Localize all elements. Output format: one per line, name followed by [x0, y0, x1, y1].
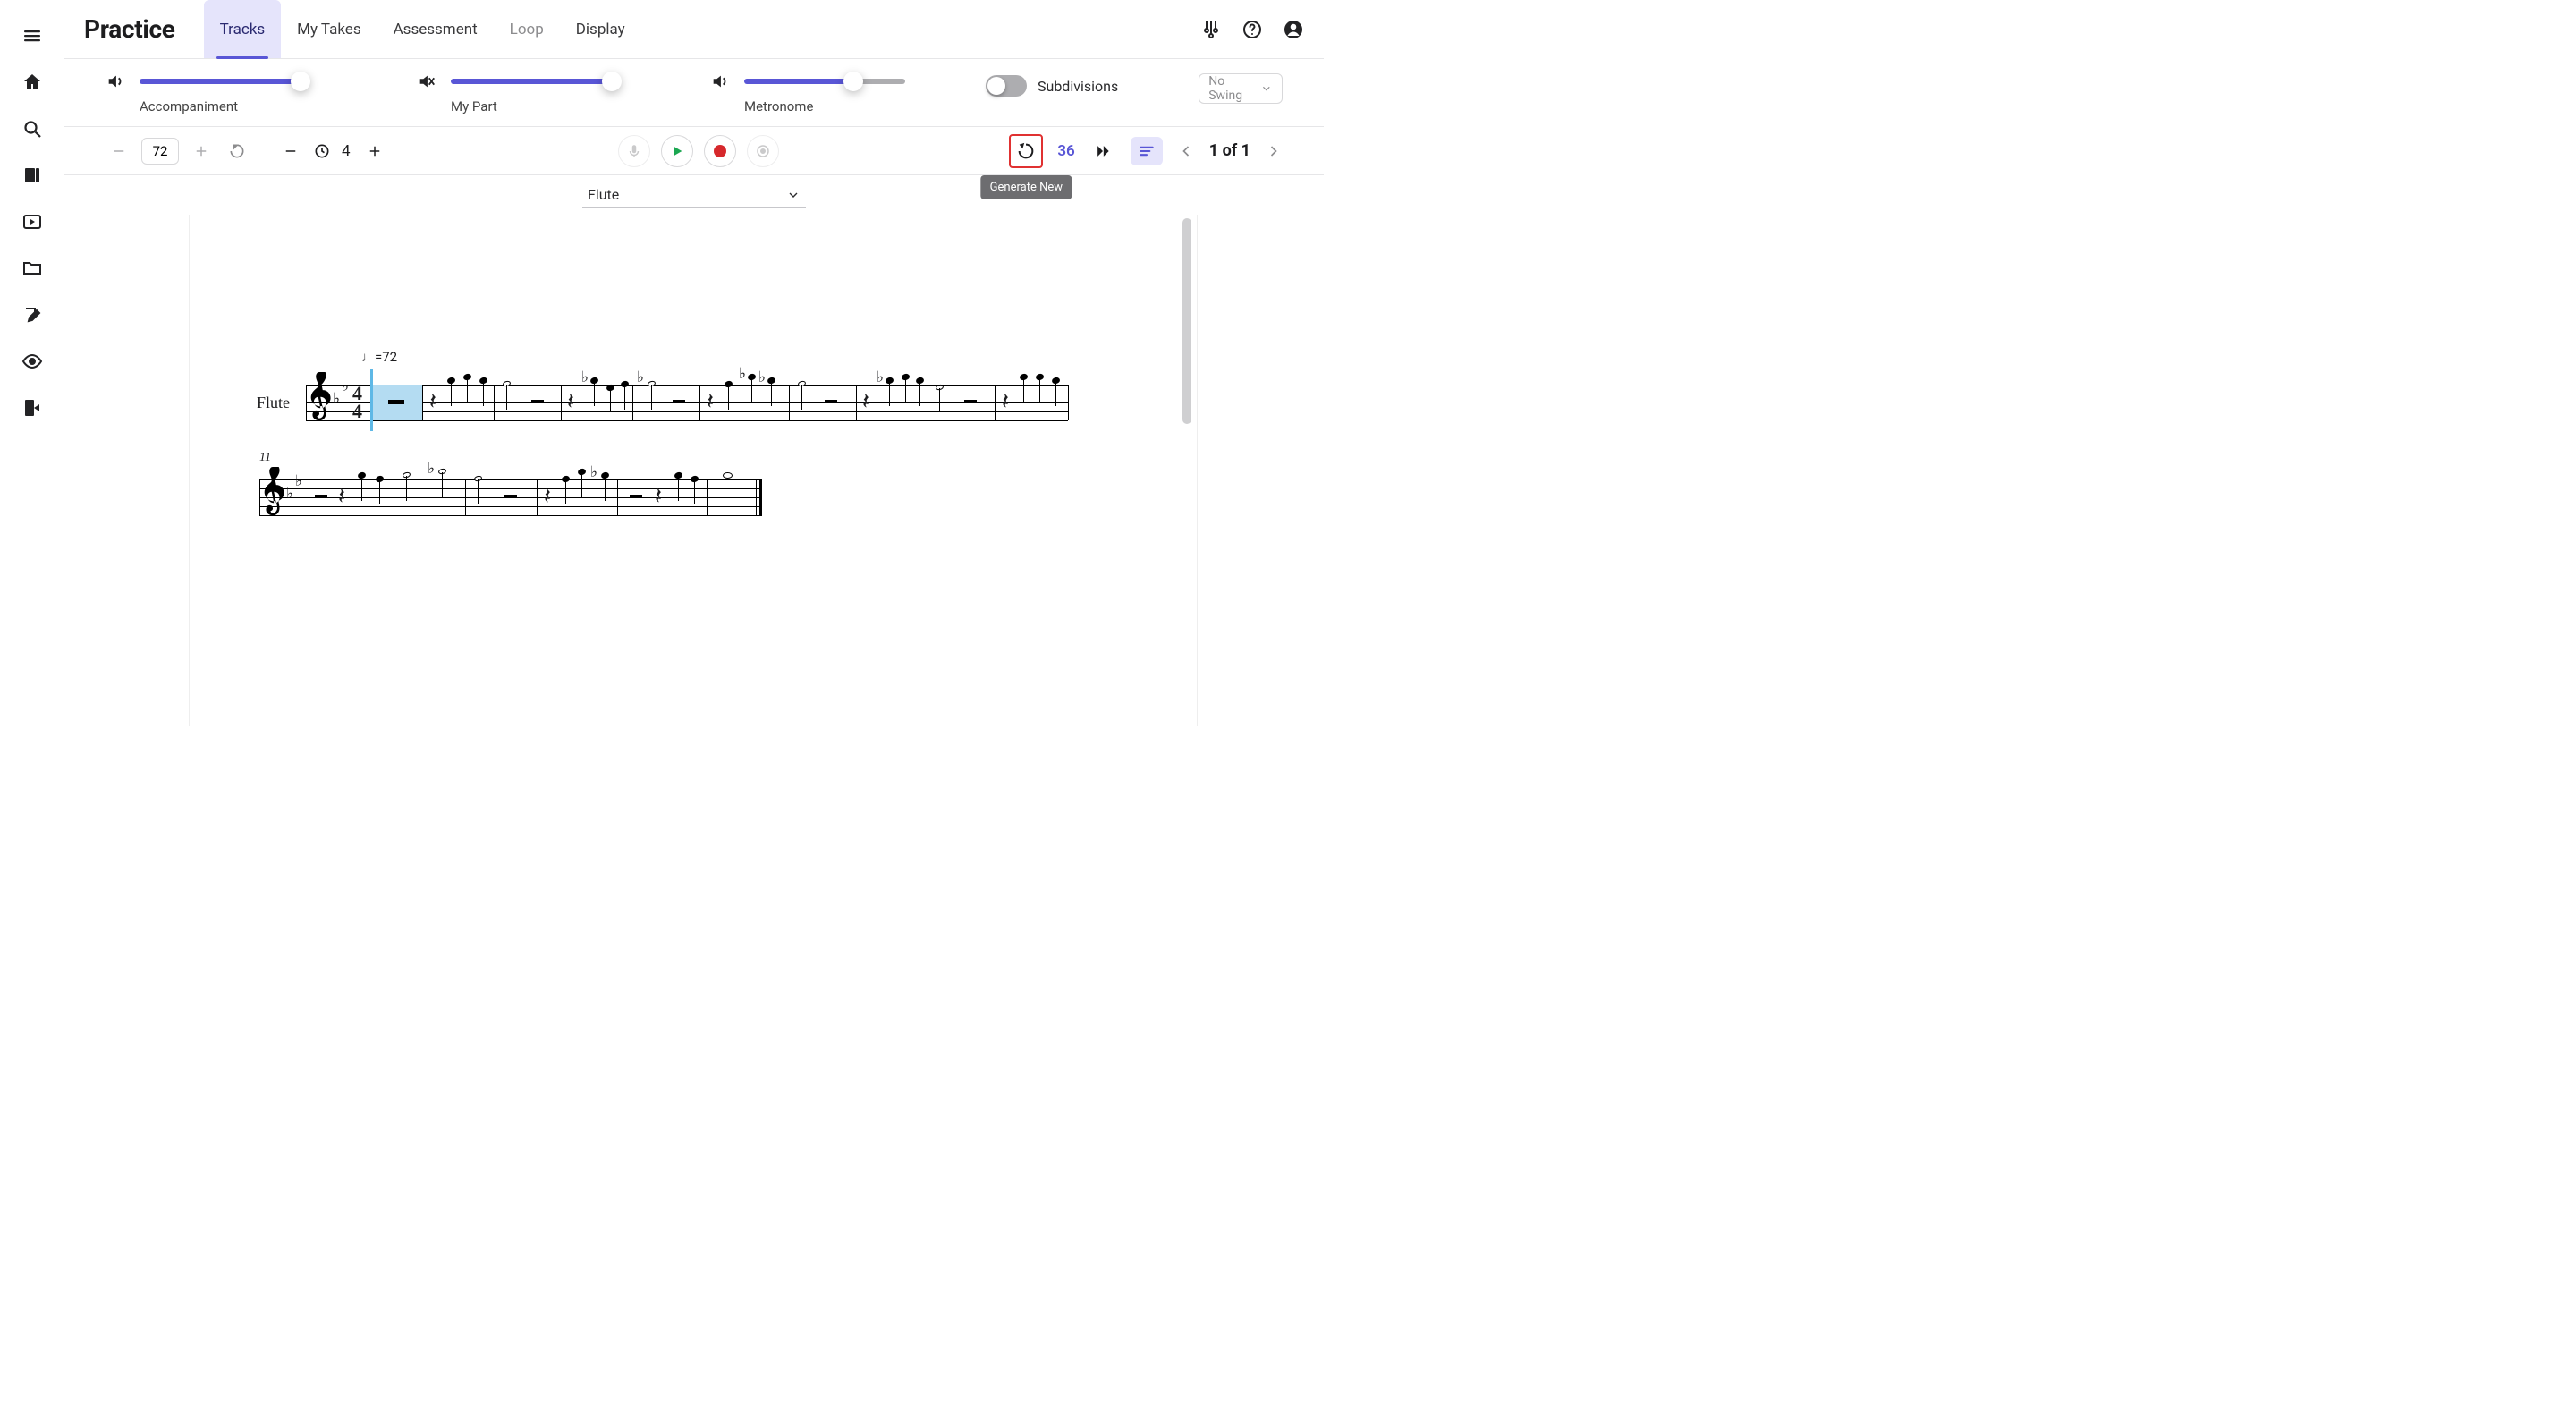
tempo-increase-button[interactable] — [188, 138, 215, 165]
sight-icon[interactable] — [21, 351, 43, 372]
forward-button[interactable] — [1089, 138, 1116, 165]
tab-loop: Loop — [494, 0, 560, 58]
metronome-slider[interactable] — [744, 79, 905, 84]
tempo-reset-button[interactable] — [224, 138, 250, 165]
page-title: Practice — [84, 14, 175, 44]
part-name: Flute — [257, 394, 290, 412]
tab-assessment[interactable]: Assessment — [377, 0, 494, 58]
mute-icon[interactable] — [417, 72, 436, 91]
next-page-button[interactable] — [1265, 142, 1283, 160]
generate-new-button[interactable]: Generate New — [1009, 134, 1043, 168]
mypart-label: My Part — [417, 98, 612, 114]
page-indicator: 1 of 1 — [1209, 141, 1250, 160]
mixer-row: Accompaniment My Part Metronome Subdivis… — [64, 59, 1324, 127]
tempo-input[interactable] — [141, 138, 179, 165]
countin-value: 4 — [342, 142, 351, 160]
instrument-select[interactable]: Flute — [582, 182, 806, 208]
target-button[interactable] — [747, 135, 779, 167]
tuner-icon[interactable] — [1200, 19, 1222, 40]
folder-icon[interactable] — [21, 258, 43, 279]
menu-icon[interactable] — [21, 25, 43, 47]
search-icon[interactable] — [21, 118, 43, 140]
book-icon[interactable] — [21, 165, 43, 186]
mic-button[interactable] — [618, 135, 650, 167]
countin-increase-button[interactable] — [361, 138, 388, 165]
tab-tracks[interactable]: Tracks — [204, 0, 282, 58]
prev-page-button[interactable] — [1177, 142, 1195, 160]
treble-clef-icon — [308, 372, 331, 433]
accompaniment-label: Accompaniment — [106, 98, 301, 114]
metronome-label: Metronome — [710, 98, 905, 114]
swing-select[interactable]: No Swing — [1199, 73, 1283, 104]
play-button[interactable] — [661, 135, 693, 167]
clock-icon — [313, 142, 331, 160]
volume-icon[interactable] — [106, 72, 125, 91]
record-button[interactable] — [704, 135, 736, 167]
playhead[interactable] — [370, 369, 373, 431]
tempo-mark: ♩=72 — [361, 349, 397, 365]
scrollbar[interactable] — [1182, 218, 1191, 424]
subdivisions-label: Subdivisions — [1038, 78, 1118, 95]
measure-number: 11 — [259, 451, 271, 465]
tab-display[interactable]: Display — [560, 0, 641, 58]
toolbar: 4 Generate New 36 1 of 1 — [64, 127, 1324, 175]
tab-my-takes[interactable]: My Takes — [281, 0, 377, 58]
account-icon[interactable] — [1283, 19, 1304, 40]
tempo-decrease-button[interactable] — [106, 138, 132, 165]
treble-clef-icon — [261, 467, 284, 528]
generate-new-tooltip: Generate New — [981, 175, 1072, 199]
exit-icon[interactable] — [21, 397, 43, 419]
score-page[interactable]: Flute ♩=72 ♭ ♭ 4 4 — [190, 215, 1197, 726]
home-icon[interactable] — [21, 72, 43, 93]
score-area[interactable]: Flute ♩=72 ♭ ♭ 4 4 — [64, 215, 1324, 726]
compose-icon[interactable] — [21, 304, 43, 326]
subdivisions-toggle[interactable] — [986, 75, 1027, 97]
video-icon[interactable] — [21, 211, 43, 233]
accompaniment-slider[interactable] — [140, 79, 301, 84]
mypart-slider[interactable] — [451, 79, 612, 84]
timesig-den: 4 — [352, 400, 362, 423]
total-bars[interactable]: 36 — [1057, 142, 1074, 160]
volume-icon[interactable] — [710, 72, 730, 91]
topbar: Practice Tracks My Takes Assessment Loop… — [64, 0, 1324, 59]
countin-decrease-button[interactable] — [277, 138, 304, 165]
help-icon[interactable] — [1241, 19, 1263, 40]
layout-button[interactable] — [1131, 137, 1163, 165]
